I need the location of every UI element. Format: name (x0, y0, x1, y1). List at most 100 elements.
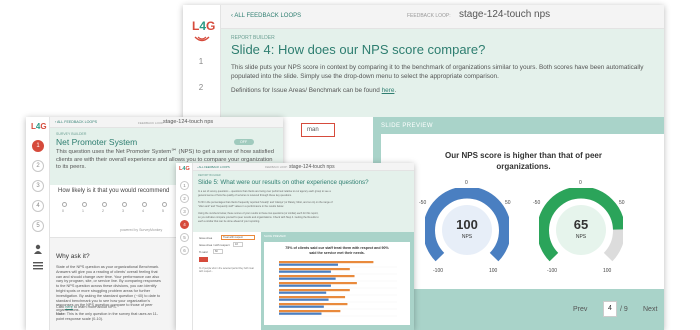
page-number[interactable]: 4 (603, 301, 617, 317)
definitions-link[interactable]: here (382, 87, 395, 94)
nps-note: Note: This is the only question in the s… (56, 312, 159, 321)
step-2[interactable]: 2 (180, 194, 189, 203)
step-5[interactable]: 5 (180, 233, 189, 242)
top-bar: ‹ ALL FEEDBACK LOOPS FEEDBACK LOOP: stag… (193, 163, 414, 171)
preview-heading: Our NPS score is higher than that of pee… (445, 151, 602, 171)
chart-bar (279, 277, 336, 280)
issue-area-select[interactable]: Treat with respect (221, 235, 255, 240)
issue-respect-input[interactable]: 43 (233, 242, 243, 247)
slide5-note: % of people who in the selected period t… (199, 268, 254, 273)
menu-icon[interactable] (33, 262, 43, 270)
nps-scale-option[interactable] (81, 202, 87, 207)
feedback-loop-caption: FEEDBACK LOOP: (138, 121, 165, 125)
slide4-header: REPORT BUILDER Slide 4: How does our NPS… (221, 29, 664, 117)
gauge-right-tick: 50 (505, 200, 511, 206)
gauge-right-tick: 50 (619, 200, 625, 206)
nps-heading: Net Promoter System (56, 137, 138, 147)
comparison-dropdown[interactable]: man (301, 123, 335, 137)
app-logo: L4G (179, 166, 190, 172)
chart-bar (279, 284, 331, 287)
report-builder-label: REPORT BUILDER (231, 35, 275, 41)
gauge-unit: NPS (575, 234, 587, 240)
step-4[interactable]: 4 (32, 200, 44, 212)
chart-bar (279, 263, 338, 266)
gauge-unit: NPS (461, 234, 473, 240)
signal-icon (194, 36, 210, 42)
percent-said-input[interactable]: 60 (213, 249, 223, 254)
nps-scale-label: 5 (162, 209, 164, 213)
gauge-max: 100 (603, 268, 612, 274)
slide5-preview-panel: SLIDE PREVIEW 75% of clients said our st… (261, 232, 414, 330)
slide5-card: 75% of clients said our staff treat them… (264, 242, 410, 325)
step-1[interactable]: 1 (180, 181, 189, 190)
issue-area-label: Issue Area (199, 236, 213, 240)
step-rail: L4G 1 2 3 4 5 (26, 117, 50, 330)
user-icon[interactable] (33, 244, 43, 254)
chart-bar (279, 270, 331, 273)
top-bar: ‹ ALL FEEDBACK LOOPS FEEDBACK LOOP: stag… (221, 5, 664, 29)
report-builder-label: REPORT BUILDER (198, 174, 221, 177)
step-2[interactable]: 2 (193, 81, 209, 97)
nps-scale-option[interactable] (161, 202, 167, 207)
slide5-p1: In a set of survey questions – questions… (198, 190, 331, 193)
nps-scale-option[interactable] (141, 202, 147, 207)
nps-scale-label: 1 (82, 209, 84, 213)
slide5-title: Slide 5: What were our results on other … (198, 179, 369, 186)
nps-scale-option[interactable] (121, 202, 127, 207)
gauge-min: -100 (547, 268, 558, 274)
feedback-loop-name: stage-124-touch nps (163, 119, 214, 125)
gauge-top-tick: 0 (465, 180, 468, 186)
step-6[interactable]: 6 (180, 246, 189, 255)
report-builder-window-slide5: L4G 1 2 3 4 5 6 ‹ ALL FEEDBACK LOOPS FEE… (176, 163, 414, 330)
nps-scale-label: 4 (142, 209, 144, 213)
slide5-p3b: so you will also compare yourself to pee… (198, 216, 319, 219)
slide-preview-label: SLIDE PREVIEW (381, 123, 433, 129)
step-5[interactable]: 5 (32, 220, 44, 232)
gauge-value: 100 (456, 217, 478, 232)
chart-bar (279, 261, 374, 264)
back-link[interactable]: ‹ ALL FEEDBACK LOOPS (197, 165, 230, 169)
slide5-p3c: each a similar that can be done ahead of… (198, 220, 260, 223)
slide5-p3: Using the numbers below, these scores of… (198, 212, 319, 215)
feedback-loop-caption: FEEDBACK LOOP: (265, 165, 288, 169)
step-3[interactable]: 3 (32, 180, 44, 192)
gauge-peer-nps: 65 NPS 0 -50 50 -100 100 (533, 180, 625, 274)
gauge-left-tick: -50 (533, 200, 541, 206)
percent-said-label: % said (199, 250, 208, 254)
chart-bar (279, 305, 324, 308)
gauge-max: 100 (489, 268, 498, 274)
nps-scale-label: 3 (122, 209, 124, 213)
nps-toggle[interactable]: OFF (234, 139, 254, 145)
nps-scale-option[interactable] (61, 202, 67, 207)
feedback-loop-name: stage-124-touch nps (289, 164, 335, 170)
horizontal-bar-chart (279, 261, 397, 317)
step-3[interactable]: 3 (180, 207, 189, 216)
chart-bar (279, 282, 357, 285)
gauge-left-tick: -50 (419, 200, 427, 206)
chart-bar (279, 291, 327, 294)
step-1[interactable]: 1 (32, 140, 44, 152)
slide5-p2: To fill in the percentages that clients … (198, 201, 333, 204)
page-total: / 9 (620, 306, 628, 313)
chart-bar (279, 298, 329, 301)
chart-bar (279, 275, 355, 278)
definitions-line: Definitions for Issue Areas/ Benchmark c… (231, 87, 397, 94)
step-4[interactable]: 4 (180, 220, 189, 229)
app-logo: L4G (31, 122, 47, 131)
slide4-preview-panel: SLIDE PREVIEW Our NPS score is higher th… (373, 117, 664, 330)
learn-more-line: Click here to learn more about NPS. (56, 305, 117, 309)
top-bar: ‹ ALL FEEDBACK LOOPS FEEDBACK LOOP: stag… (50, 117, 283, 128)
powered-by-label: powered by SurveyMonkey (120, 228, 163, 232)
learn-more-link[interactable]: here (65, 305, 73, 309)
next-button[interactable]: Next (643, 306, 657, 313)
back-link[interactable]: ‹ ALL FEEDBACK LOOPS (55, 120, 97, 124)
back-link[interactable]: ‹ ALL FEEDBACK LOOPS (231, 13, 301, 19)
prev-button[interactable]: Prev (573, 306, 587, 313)
slide4-title: Slide 4: How does our NPS score compare? (231, 42, 486, 57)
nps-scale-option[interactable] (101, 202, 107, 207)
slide5-red-button[interactable] (199, 257, 208, 262)
step-1[interactable]: 1 (193, 55, 209, 71)
slide-card: Our NPS score is higher than that of pee… (381, 134, 664, 289)
slide5-p2b: "often and" and "frequently stuff" value… (198, 205, 284, 208)
step-2[interactable]: 2 (32, 160, 44, 172)
